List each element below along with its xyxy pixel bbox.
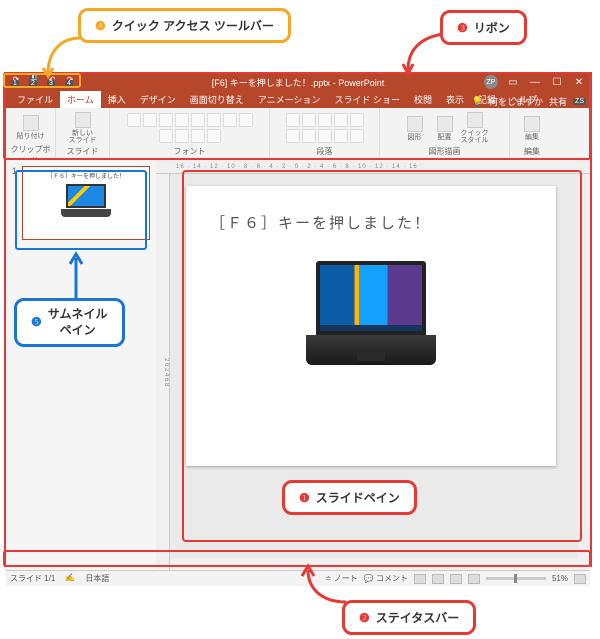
- tab-animations[interactable]: アニメーション: [251, 91, 328, 108]
- maximize-button[interactable]: ☐: [550, 76, 564, 88]
- align-left-button[interactable]: [286, 129, 300, 143]
- scrollbar-vertical[interactable]: [578, 174, 590, 570]
- callout-ribbon: ❸ リボン: [440, 10, 527, 45]
- callout-slide: ❶ スライドペイン: [282, 480, 417, 515]
- ribbon-options-icon[interactable]: ▭: [506, 76, 520, 88]
- arrange-button[interactable]: 配置: [431, 111, 459, 145]
- comments-button[interactable]: 💬 コメント: [364, 573, 408, 584]
- font-strike-button[interactable]: [175, 113, 189, 127]
- line-spacing-button[interactable]: [350, 113, 364, 127]
- callout-num-1: ❶: [299, 491, 310, 505]
- group-editing-label: 編集: [514, 146, 550, 157]
- tell-me-input[interactable]: 何をしますか: [489, 95, 543, 108]
- minimize-button[interactable]: ―: [528, 76, 542, 88]
- callout-num-5: ❺: [31, 315, 42, 331]
- indent-dec-button[interactable]: [318, 113, 332, 127]
- language-indicator[interactable]: 日本語: [85, 573, 109, 584]
- fit-window-button[interactable]: [574, 574, 586, 584]
- zoom-level[interactable]: 51%: [552, 574, 568, 583]
- user-avatar[interactable]: ZP: [484, 75, 498, 89]
- slideshow-view-button[interactable]: [468, 574, 480, 584]
- tab-view[interactable]: 表示: [439, 91, 471, 108]
- editing-button[interactable]: 編集: [518, 111, 546, 145]
- font-color-button[interactable]: [207, 129, 221, 143]
- paste-button[interactable]: 貼り付け: [17, 110, 45, 144]
- callout-qat-label: クイック アクセス ツールバー: [112, 17, 274, 34]
- align-right-button[interactable]: [318, 129, 332, 143]
- reading-view-button[interactable]: [450, 574, 462, 584]
- thumbnail-number: 1: [12, 166, 17, 176]
- share-keytip: ZS: [573, 98, 586, 105]
- font-spacing-button[interactable]: [207, 113, 221, 127]
- close-button[interactable]: ✕: [572, 76, 586, 88]
- group-drawing-label: 図形描画: [384, 146, 505, 157]
- thumbnail-pane[interactable]: 1 ［Ｆ６］キーを押しました！: [6, 160, 156, 570]
- align-center-button[interactable]: [302, 129, 316, 143]
- quickstyle-button[interactable]: クイック スタイル: [461, 111, 489, 145]
- new-slide-button[interactable]: 新しい スライド: [69, 111, 97, 145]
- thumbnail-laptop-image: [61, 184, 111, 220]
- numbering-button[interactable]: [302, 113, 316, 127]
- group-font-label: フォント: [114, 146, 265, 157]
- font-bold-button[interactable]: [127, 113, 141, 127]
- titlebar: ⟳1 💾2 ↶3 ↷4 [F6] キーを押しました！.pptx - PowerP…: [6, 74, 590, 90]
- thumbnail-title: ［Ｆ６］キーを押しました！: [27, 171, 145, 180]
- tab-file[interactable]: ファイル: [10, 91, 60, 108]
- columns-button[interactable]: [350, 129, 364, 143]
- callout-status: ❷ ステイタスバー: [342, 600, 476, 635]
- group-slides-label: スライド: [60, 146, 105, 157]
- slide-title-text[interactable]: ［Ｆ６］キーを押しました！: [186, 186, 556, 237]
- ribbon-tabs: ファイル ホーム 挿入 デザイン 画面切り替え アニメーション スライド ショー…: [6, 90, 590, 108]
- callout-qat: ❹ クイック アクセス ツールバー: [78, 8, 291, 43]
- sorter-view-button[interactable]: [432, 574, 444, 584]
- callout-num-3: ❸: [457, 21, 468, 35]
- qat-highlight-box: [3, 73, 81, 88]
- slide-canvas[interactable]: ［Ｆ６］キーを押しました！: [186, 186, 556, 466]
- callout-thumbnail: ❺ サムネイル ペイン: [14, 298, 125, 347]
- tab-home[interactable]: ホーム: [60, 91, 101, 108]
- align-justify-button[interactable]: [334, 129, 348, 143]
- laptop-image[interactable]: [306, 261, 436, 365]
- font-highlight-button[interactable]: [191, 129, 205, 143]
- status-bar: スライド 1/1 ✍ 日本語 ≐ ノート 💬 コメント 51%: [6, 570, 590, 586]
- tab-slideshow[interactable]: スライド ショー: [327, 91, 407, 108]
- ruler-vertical[interactable]: 2 0 2 4 6 8: [156, 174, 170, 570]
- scrollbar-horizontal[interactable]: [170, 558, 578, 570]
- zoom-slider[interactable]: [486, 577, 546, 580]
- font-size-down-button[interactable]: [239, 113, 253, 127]
- notes-button[interactable]: ≐ ノート: [325, 573, 358, 584]
- lightbulb-icon: 💡: [472, 96, 483, 107]
- ruler-horizontal[interactable]: 16 · 14 · 12 · 10 · 8 · 6 · 4 · 2 · 0 · …: [156, 160, 590, 174]
- callout-slide-label: スライドペイン: [316, 489, 400, 506]
- callout-num-4: ❹: [95, 19, 106, 33]
- tab-transitions[interactable]: 画面切り替え: [183, 91, 251, 108]
- font-clear-button[interactable]: [159, 129, 173, 143]
- callout-status-label: ステイタスバー: [376, 609, 460, 626]
- tab-design[interactable]: デザイン: [133, 91, 183, 108]
- font-underline-button[interactable]: [159, 113, 173, 127]
- font-shadow-button[interactable]: [191, 113, 205, 127]
- font-size-up-button[interactable]: [223, 113, 237, 127]
- callout-ribbon-label: リボン: [474, 19, 510, 36]
- callout-thumbnail-label: サムネイル ペイン: [48, 307, 108, 338]
- font-italic-button[interactable]: [143, 113, 157, 127]
- callout-num-2: ❷: [359, 611, 370, 625]
- normal-view-button[interactable]: [414, 574, 426, 584]
- spellcheck-icon[interactable]: ✍: [65, 573, 75, 584]
- share-button[interactable]: 共有: [549, 95, 567, 108]
- slide-counter[interactable]: スライド 1/1: [10, 573, 55, 584]
- tab-insert[interactable]: 挿入: [101, 91, 133, 108]
- font-case-button[interactable]: [175, 129, 189, 143]
- group-paragraph-label: 段落: [274, 146, 375, 157]
- thumbnail-slide-1[interactable]: ［Ｆ６］キーを押しました！: [22, 166, 150, 240]
- tab-review[interactable]: 校閲: [407, 91, 439, 108]
- bullets-button[interactable]: [286, 113, 300, 127]
- shapes-button[interactable]: 図形: [401, 111, 429, 145]
- window-title: [F6] キーを押しました！.pptx - PowerPoint: [212, 76, 385, 89]
- indent-inc-button[interactable]: [334, 113, 348, 127]
- ribbon: 貼り付け クリップボード 新しい スライド スライド フォント 段落: [6, 108, 590, 160]
